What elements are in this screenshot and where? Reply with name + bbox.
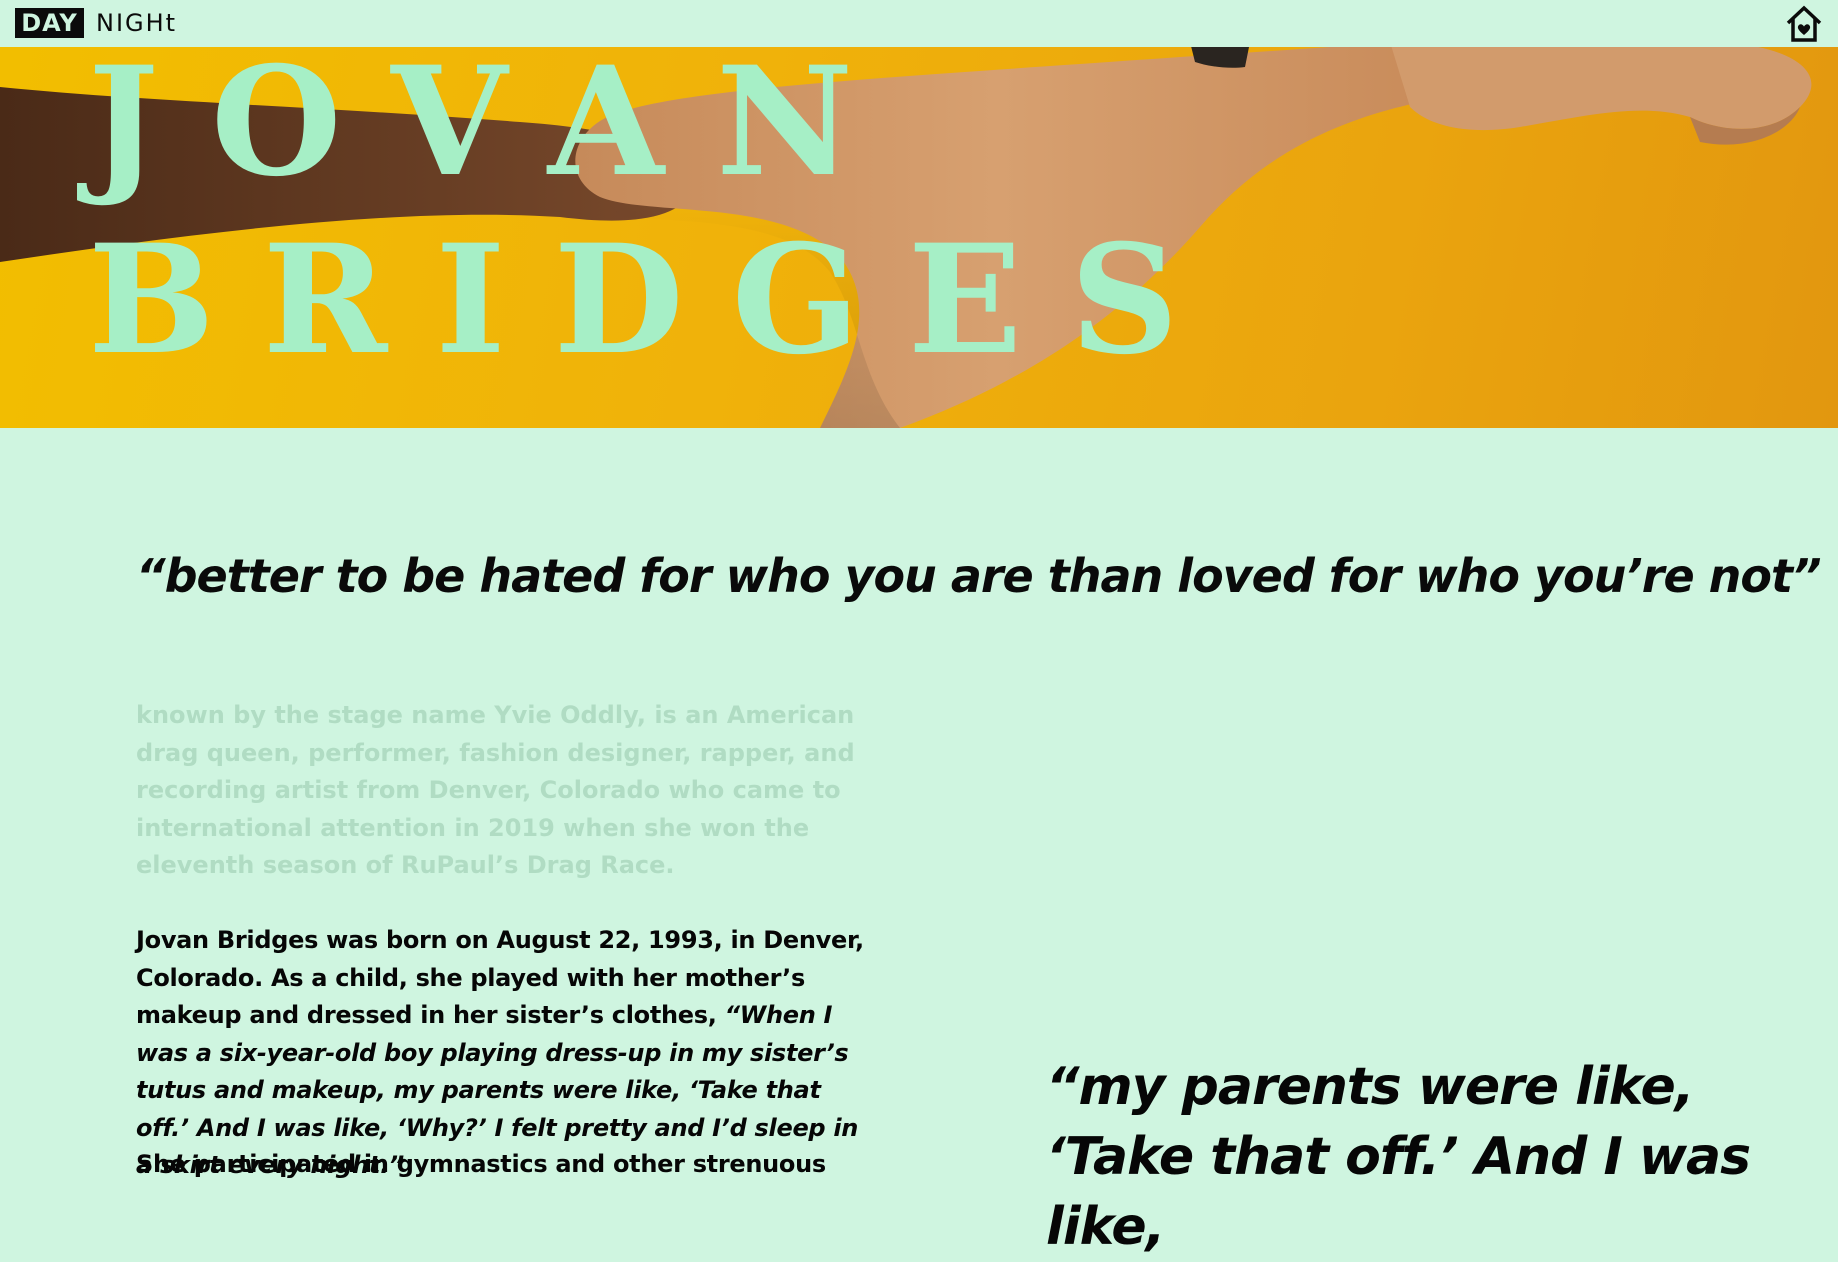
top-bar: DAY NIGHt [0, 0, 1838, 47]
hero-first-name: JOVAN [88, 47, 906, 210]
pull-quote: “my parents were like, ‘Take that off.’ … [1046, 1057, 1751, 1257]
headline-quote: “better to be hated for who you are than… [136, 549, 1822, 603]
home-heart-icon[interactable] [1784, 4, 1824, 44]
bio-continuation: She participated in gymnastics and other… [136, 1150, 826, 1178]
hero-last-name: BRIDGES [88, 212, 1227, 388]
intro-paragraph: known by the stage name Yvie Oddly, is a… [136, 701, 855, 879]
hero-banner: JOVAN BRIDGES [0, 47, 1838, 428]
night-mode-toggle[interactable]: NIGHt [96, 8, 177, 38]
day-mode-toggle[interactable]: DAY [15, 8, 84, 38]
